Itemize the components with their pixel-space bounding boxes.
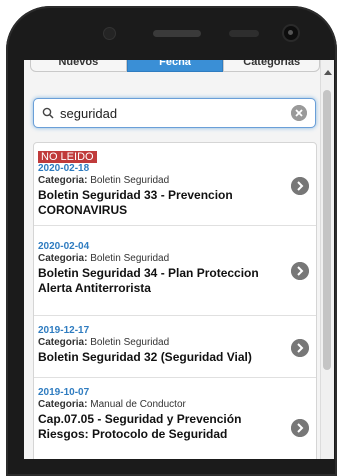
- results-list: NO LEIDO 2020-02-18 Categoria: Boletin S…: [33, 142, 317, 459]
- tab-bar: Nuevos Fecha Categorías: [30, 60, 321, 72]
- scroll-thumb[interactable]: [323, 90, 331, 370]
- list-item[interactable]: 2019-12-17 Categoria: Boletin Seguridad …: [34, 315, 316, 378]
- list-item[interactable]: NO LEIDO 2020-02-18 Categoria: Boletin S…: [34, 143, 316, 226]
- item-date: 2020-02-04: [38, 241, 90, 252]
- earpiece-speaker: [153, 30, 201, 37]
- category-label: Categoria:: [38, 399, 88, 410]
- category-label: Categoria:: [38, 337, 88, 348]
- sensor-dot: [104, 28, 115, 39]
- item-category: Categoria: Boletin Seguridad: [38, 337, 169, 348]
- item-category: Categoria: Boletin Seguridad: [38, 175, 169, 186]
- unread-badge: NO LEIDO: [38, 151, 97, 163]
- scroll-area: Nuevos Fecha Categorías N: [24, 60, 321, 459]
- item-date: 2020-02-18: [38, 163, 90, 174]
- proximity-sensor: [229, 30, 259, 37]
- clear-search-icon[interactable]: [291, 105, 307, 121]
- phone-frame: Nuevos Fecha Categorías N: [0, 0, 343, 476]
- chevron-right-icon[interactable]: [291, 262, 309, 280]
- category-value: Manual de Conductor: [90, 399, 186, 410]
- chevron-right-icon[interactable]: [291, 177, 309, 195]
- item-title: Boletin Seguridad 34 - Plan Proteccion A…: [38, 266, 259, 295]
- search-box: [33, 98, 316, 128]
- item-date: 2019-10-07: [38, 387, 90, 398]
- list-item[interactable]: 2019-10-07 Categoria: Manual de Conducto…: [34, 377, 316, 459]
- category-value: Boletin Seguridad: [90, 337, 170, 348]
- front-camera: [284, 26, 298, 40]
- tab-fecha[interactable]: Fecha: [126, 60, 224, 72]
- item-category: Categoria: Manual de Conductor: [38, 399, 186, 410]
- chevron-right-icon[interactable]: [291, 419, 309, 437]
- category-value: Boletin Seguridad: [90, 175, 170, 186]
- category-label: Categoria:: [38, 253, 88, 264]
- item-title: Boletin Seguridad 32 (Seguridad Vial): [38, 350, 252, 364]
- item-title: Boletin Seguridad 33 - Prevencion CORONA…: [38, 188, 233, 217]
- tab-nuevos[interactable]: Nuevos: [30, 60, 127, 72]
- vertical-scrollbar[interactable]: [320, 60, 334, 459]
- category-value: Boletin Seguridad: [90, 253, 170, 264]
- chevron-right-icon[interactable]: [291, 339, 309, 357]
- tab-categorias[interactable]: Categorías: [223, 60, 321, 72]
- app-screen: Nuevos Fecha Categorías N: [24, 60, 334, 459]
- search-input[interactable]: [60, 104, 280, 122]
- category-label: Categoria:: [38, 175, 88, 186]
- scroll-up-arrow-icon[interactable]: [324, 70, 332, 75]
- search-icon: [42, 107, 54, 119]
- list-item[interactable]: 2020-02-04 Categoria: Boletin Seguridad …: [34, 235, 316, 316]
- item-date: 2019-12-17: [38, 325, 90, 336]
- item-title: Cap.07.05 - Seguridad y Prevención Riesg…: [38, 412, 242, 441]
- item-category: Categoria: Boletin Seguridad: [38, 253, 169, 264]
